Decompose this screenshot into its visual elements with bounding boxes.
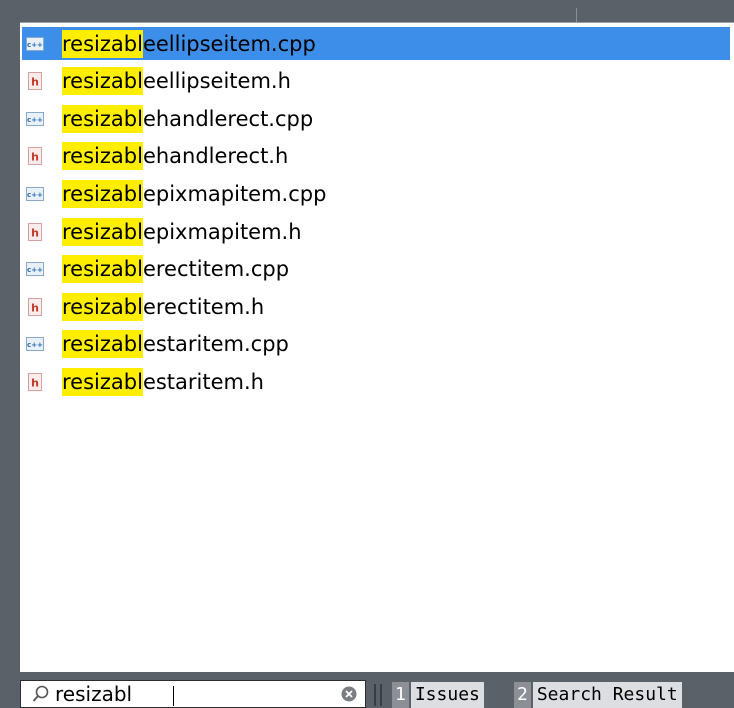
file-name-rest: epixmapitem.cpp (142, 181, 327, 206)
match-highlight: resizabl (62, 217, 143, 246)
file-name-rest: estaritem.cpp (142, 332, 289, 357)
clear-icon[interactable] (341, 686, 357, 702)
header-file-icon: h (26, 222, 44, 242)
pane-separator (374, 684, 382, 706)
header-file-icon: h (26, 146, 44, 166)
svg-text:c++: c++ (27, 41, 43, 49)
svg-text:h: h (31, 376, 39, 389)
match-highlight: resizabl (62, 367, 143, 396)
cpp-file-icon: c++ (26, 334, 44, 354)
match-highlight: resizabl (62, 67, 143, 96)
cpp-file-icon: c++ (26, 109, 44, 129)
result-item[interactable]: h resizabl erectitem.h (22, 290, 730, 323)
file-name: resizabl epixmapitem.cpp (62, 179, 327, 208)
result-item[interactable]: c++ resizabl estaritem.cpp (22, 328, 730, 361)
pane-tab-label: Search Result (532, 682, 682, 708)
file-name-rest: erectitem.h (142, 294, 265, 319)
text-caret (173, 686, 174, 706)
locator-results-popup: c++ resizabl eellipseitem.cpp h resizabl eell… (20, 22, 734, 672)
pane-tab-number: 2 (514, 682, 531, 708)
svg-text:h: h (31, 226, 39, 239)
top-bar (0, 0, 734, 22)
file-name-rest: ehandlerect.cpp (142, 106, 314, 131)
file-name: resizabl eellipseitem.h (62, 67, 291, 96)
svg-text:h: h (31, 76, 39, 89)
match-highlight: resizabl (62, 104, 143, 133)
file-name-rest: estaritem.h (142, 369, 264, 394)
svg-text:h: h (31, 151, 39, 164)
pane-tab-issues[interactable]: 1 Issues (392, 682, 484, 708)
status-bar: 1 Issues 2 Search Result (0, 672, 734, 708)
file-name: resizabl estaritem.cpp (62, 330, 289, 359)
header-file-icon: h (26, 71, 44, 91)
file-name: resizabl erectitem.cpp (62, 255, 290, 284)
match-highlight: resizabl (62, 142, 143, 171)
toolbar-divider (576, 8, 577, 22)
svg-text:c++: c++ (27, 341, 43, 349)
match-highlight: resizabl (62, 179, 143, 208)
match-highlight: resizabl (62, 330, 143, 359)
file-name: resizabl ehandlerect.h (62, 142, 289, 171)
pane-tab-search-results[interactable]: 2 Search Result (514, 682, 682, 708)
cpp-file-icon: c++ (26, 184, 44, 204)
cpp-file-icon: c++ (26, 34, 44, 54)
svg-text:h: h (31, 301, 39, 314)
file-name: resizabl epixmapitem.h (62, 217, 302, 246)
search-icon (32, 685, 49, 702)
match-highlight: resizabl (62, 29, 143, 58)
pane-tab-label: Issues (410, 682, 484, 708)
file-name-rest: ehandlerect.h (142, 144, 289, 169)
result-item[interactable]: c++ resizabl erectitem.cpp (22, 253, 730, 286)
svg-text:c++: c++ (27, 116, 43, 124)
svg-text:c++: c++ (27, 191, 43, 199)
svg-text:c++: c++ (27, 266, 43, 274)
locator-search-box[interactable] (20, 680, 366, 708)
result-item[interactable]: c++ resizabl ehandlerect.cpp (22, 102, 730, 135)
file-name: resizabl eellipseitem.cpp (62, 29, 316, 58)
result-item[interactable]: h resizabl epixmapitem.h (22, 215, 730, 248)
header-file-icon: h (26, 297, 44, 317)
match-highlight: resizabl (62, 292, 143, 321)
cpp-file-icon: c++ (26, 259, 44, 279)
file-name: resizabl erectitem.h (62, 292, 265, 321)
locator-search-input[interactable] (55, 682, 275, 706)
result-item[interactable]: h resizabl estaritem.h (22, 365, 730, 398)
result-item[interactable]: c++ resizabl eellipseitem.cpp (22, 27, 730, 60)
file-name-rest: eellipseitem.cpp (142, 31, 316, 56)
file-name-rest: erectitem.cpp (142, 257, 290, 282)
file-name-rest: eellipseitem.h (142, 69, 291, 94)
file-name: resizabl estaritem.h (62, 367, 264, 396)
result-item[interactable]: c++ resizabl epixmapitem.cpp (22, 177, 730, 210)
header-file-icon: h (26, 372, 44, 392)
pane-tab-number: 1 (392, 682, 409, 708)
file-name: resizabl ehandlerect.cpp (62, 104, 314, 133)
file-name-rest: epixmapitem.h (142, 219, 302, 244)
match-highlight: resizabl (62, 255, 143, 284)
result-item[interactable]: h resizabl eellipseitem.h (22, 65, 730, 98)
result-item[interactable]: h resizabl ehandlerect.h (22, 140, 730, 173)
